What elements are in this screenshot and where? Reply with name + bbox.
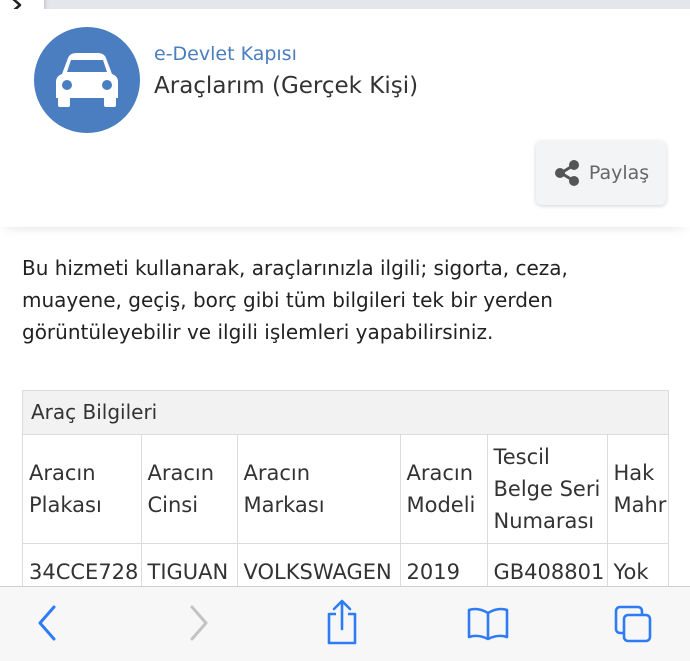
cell-registration-serial: GB408801 [487, 543, 608, 591]
service-description: Bu hizmeti kullanarak, araçlarınızla ilg… [22, 256, 568, 344]
header-line: Aracın [147, 461, 215, 485]
column-header-plate: Aracın Plakası [23, 435, 142, 544]
service-header: e-Devlet Kapısı Araçlarım (Gerçek Kişi) … [0, 9, 690, 227]
book-icon [467, 607, 509, 641]
share-label: Paylaş [588, 162, 650, 184]
header-line: Belge Seri [493, 477, 601, 501]
header-line: Modeli [406, 493, 476, 517]
column-header-brand: Aracın Markası [237, 435, 401, 544]
share-button[interactable]: Paylaş [536, 141, 666, 205]
header-line: Cinsi [147, 493, 199, 517]
share-sheet-button[interactable] [324, 599, 360, 649]
top-strip [0, 0, 690, 9]
table-header-row: Aracın Plakası Aracın Cinsi Aracın Marka… [23, 435, 668, 544]
column-header-type: Aracın Cinsi [141, 435, 238, 544]
tabs-icon [614, 605, 652, 643]
table-caption: Araç Bilgileri [23, 391, 668, 435]
table-row[interactable]: 34CCE728 TIGUAN VOLKSWAGEN 2019 GB408801… [23, 543, 668, 591]
portal-name[interactable]: e-Devlet Kapısı [154, 43, 297, 65]
forward-button[interactable] [184, 603, 212, 647]
header-line: Tescil [493, 445, 550, 469]
back-button[interactable] [34, 603, 62, 647]
cell-model: 2019 [400, 543, 488, 591]
header-line: Aracın [243, 461, 311, 485]
share-sheet-icon [327, 599, 357, 645]
cell-lien: Yok [607, 543, 668, 591]
chevron-left-icon [38, 605, 56, 641]
vehicle-info-panel: Araç Bilgileri Aracın Plakası Aracın Cin… [22, 390, 669, 592]
header-line: Aracın [29, 461, 96, 485]
header-line: Mahr [613, 493, 667, 517]
header-line: Numarası [493, 509, 595, 533]
header-line: Markası [243, 493, 325, 517]
share-icon [554, 160, 579, 186]
chevron-right-icon [190, 605, 208, 641]
cell-type: TIGUAN [141, 543, 238, 591]
column-header-registration-serial: Tescil Belge Seri Numarası [487, 435, 608, 544]
cell-brand: VOLKSWAGEN [237, 543, 401, 591]
tabs-button[interactable] [612, 603, 654, 649]
header-line: Aracın [406, 461, 474, 485]
column-header-model: Aracın Modeli [400, 435, 488, 544]
header-line: Hak [613, 461, 655, 485]
header-line: Plakası [29, 493, 102, 517]
cell-plate: 34CCE728 [23, 543, 142, 591]
page-title: Araçlarım (Gerçek Kişi) [154, 73, 419, 99]
vehicle-table: Aracın Plakası Aracın Cinsi Aracın Marka… [23, 435, 668, 591]
bookmarks-button[interactable] [466, 605, 510, 645]
browser-toolbar [0, 586, 690, 661]
column-header-lien: Hak Mahr [607, 435, 668, 544]
car-icon [34, 27, 140, 133]
